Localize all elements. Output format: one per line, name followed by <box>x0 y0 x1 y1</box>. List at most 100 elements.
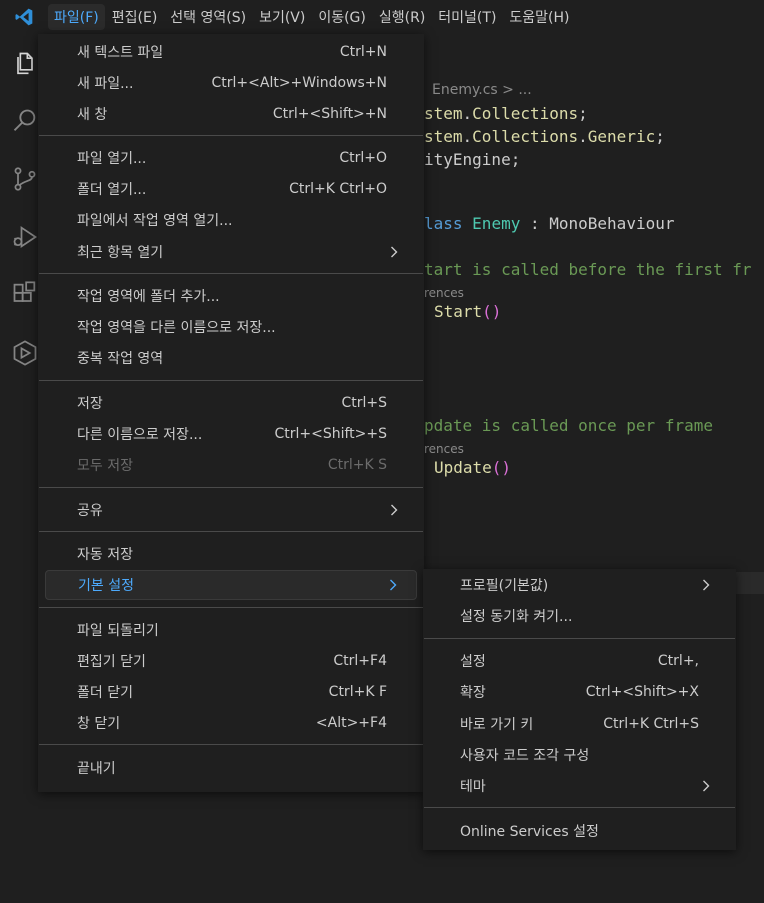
menu-item-shortcut: <Alt>+F4 <box>315 715 387 731</box>
menu-item-label: 작업 영역에 폴더 추가... <box>77 289 220 305</box>
file-menu: 새 텍스트 파일 Ctrl+N 새 파일... Ctrl+<Alt>+Windo… <box>38 34 424 792</box>
menu-item-open-folder[interactable]: 폴더 열기... Ctrl+K Ctrl+O <box>45 174 417 204</box>
menu-item-label: 저장 <box>77 396 103 412</box>
menu-terminal[interactable]: 터미널(T) <box>432 4 502 30</box>
menu-item-settings[interactable]: 설정 Ctrl+, <box>430 646 729 676</box>
menu-item-label: 파일 열기... <box>77 151 147 167</box>
menu-item-save-workspace-as[interactable]: 작업 영역을 다른 이름으로 저장... <box>45 312 417 342</box>
menu-item-label: 최근 항목 열기 <box>77 245 164 261</box>
menu-separator <box>39 135 423 136</box>
menu-item-label: 폴더 열기... <box>77 182 147 198</box>
menu-bar: 파일(F) 편집(E) 선택 영역(S) 보기(V) 이동(G) 실행(R) 터… <box>0 0 764 34</box>
menu-item-close-editor[interactable]: 편집기 닫기 Ctrl+F4 <box>45 646 417 676</box>
menu-item-shortcut: Ctrl+O <box>339 150 387 166</box>
menu-item-save[interactable]: 저장 Ctrl+S <box>45 388 417 418</box>
code-token: lass <box>424 214 473 233</box>
code-line: Start() <box>434 302 501 321</box>
menu-item-label: 폴더 닫기 <box>77 685 133 701</box>
menu-item-online-services[interactable]: Online Services 설정 <box>430 816 729 846</box>
menu-separator <box>39 380 423 381</box>
code-token: ; <box>578 104 588 123</box>
menu-separator <box>39 744 423 745</box>
code-token: : <box>520 214 550 233</box>
run-debug-icon[interactable] <box>8 220 42 254</box>
code-comment: tart is called before the first fr <box>424 260 752 279</box>
menu-item-label: Online Services 설정 <box>460 824 599 840</box>
menu-item-label: 프로필(기본값) <box>460 578 549 594</box>
code-token: . <box>462 104 473 123</box>
menu-item-share[interactable]: 공유 <box>45 495 417 525</box>
menu-item-save-as[interactable]: 다른 이름으로 저장... Ctrl+<Shift>+S <box>45 419 417 449</box>
search-icon[interactable] <box>8 104 42 138</box>
menu-selection[interactable]: 선택 영역(S) <box>164 4 252 30</box>
menu-item-label: 끝내기 <box>77 761 116 777</box>
menu-item-close-folder[interactable]: 폴더 닫기 Ctrl+K F <box>45 677 417 707</box>
code-comment: pdate is called once per frame <box>424 416 713 435</box>
menu-item-label: 다른 이름으로 저장... <box>77 427 203 443</box>
menu-item-new-text-file[interactable]: 새 텍스트 파일 Ctrl+N <box>45 37 417 67</box>
menu-item-exit[interactable]: 끝내기 <box>45 753 417 783</box>
code-line: Update() <box>434 458 511 477</box>
current-line-highlight <box>734 572 764 594</box>
remote-icon[interactable] <box>8 336 42 370</box>
menu-separator <box>39 607 423 608</box>
code-token: ; <box>510 150 521 169</box>
menu-edit[interactable]: 편집(E) <box>106 4 164 30</box>
menu-item-save-all: 모두 저장 Ctrl+K S <box>45 450 417 480</box>
menu-item-label: 사용자 코드 조각 구성 <box>460 748 590 764</box>
source-control-icon[interactable] <box>8 162 42 196</box>
menu-separator <box>424 638 735 639</box>
menu-item-label: 모두 저장 <box>77 458 133 474</box>
extensions-icon[interactable] <box>8 277 42 311</box>
chevron-right-icon <box>701 578 711 592</box>
menu-item-label: 중복 작업 영역 <box>77 351 164 367</box>
menu-go[interactable]: 이동(G) <box>312 4 372 30</box>
code-line: lass Enemy : MonoBehaviour <box>424 214 674 233</box>
code-token: Generic <box>587 127 656 146</box>
vscode-logo-icon[interactable] <box>0 0 48 34</box>
menu-item-revert-file[interactable]: 파일 되돌리기 <box>45 615 417 645</box>
menu-help[interactable]: 도움말(H) <box>503 4 575 30</box>
codelens-references[interactable]: rences <box>424 286 464 300</box>
menu-item-label: 새 텍스트 파일 <box>77 45 164 61</box>
codelens-references[interactable]: rences <box>424 442 464 456</box>
menu-item-profile[interactable]: 프로필(기본값) <box>430 570 729 600</box>
menu-item-label: 자동 저장 <box>77 547 133 563</box>
menu-item-shortcut: Ctrl+F4 <box>333 653 387 669</box>
code-line: stem.Collections.Generic; <box>424 127 665 146</box>
menu-item-keyboard-shortcuts[interactable]: 바로 가기 키 Ctrl+K Ctrl+S <box>430 709 729 739</box>
menu-item-preferences[interactable]: 기본 설정 <box>45 570 417 600</box>
menu-item-new-window[interactable]: 새 창 Ctrl+<Shift>+N <box>45 99 417 129</box>
code-line: stem.Collections; <box>424 104 588 123</box>
menu-item-settings-sync[interactable]: 설정 동기화 켜기... <box>430 601 729 631</box>
menu-item-add-folder[interactable]: 작업 영역에 폴더 추가... <box>45 281 417 311</box>
breadcrumb[interactable]: Enemy.cs > ... <box>432 82 532 98</box>
menu-item-open-recent[interactable]: 최근 항목 열기 <box>45 237 417 267</box>
menu-item-duplicate-workspace[interactable]: 중복 작업 영역 <box>45 343 417 373</box>
menu-item-open-workspace[interactable]: 파일에서 작업 영역 열기... <box>45 205 417 235</box>
menu-item-shortcut: Ctrl+K Ctrl+O <box>289 181 387 197</box>
menu-file[interactable]: 파일(F) <box>48 4 105 30</box>
menu-item-extensions[interactable]: 확장 Ctrl+<Shift>+X <box>430 677 729 707</box>
menu-run[interactable]: 실행(R) <box>373 4 431 30</box>
menu-item-shortcut: Ctrl+K S <box>327 457 387 473</box>
menu-view[interactable]: 보기(V) <box>253 4 311 30</box>
menu-item-open-file[interactable]: 파일 열기... Ctrl+O <box>45 143 417 173</box>
menu-item-label: 파일에서 작업 영역 열기... <box>77 213 233 229</box>
menu-item-label: 바로 가기 키 <box>460 717 534 733</box>
code-token: () <box>482 302 502 321</box>
menu-item-user-snippets[interactable]: 사용자 코드 조각 구성 <box>430 740 729 770</box>
menu-item-label: 설정 동기화 켜기... <box>460 609 573 625</box>
menu-item-label: 기본 설정 <box>78 578 134 594</box>
menu-item-auto-save[interactable]: 자동 저장 <box>45 539 417 569</box>
menu-item-label: 파일 되돌리기 <box>77 623 159 639</box>
code-token: stem <box>424 104 463 123</box>
menu-item-shortcut: Ctrl+<Alt>+Windows+N <box>211 75 388 91</box>
menu-item-new-file[interactable]: 새 파일... Ctrl+<Alt>+Windows+N <box>45 68 417 98</box>
menu-separator <box>39 487 423 488</box>
menu-item-themes[interactable]: 테마 <box>430 771 729 801</box>
explorer-icon[interactable] <box>8 47 42 81</box>
code-token: Collections <box>472 104 579 123</box>
menu-item-close-window[interactable]: 창 닫기 <Alt>+F4 <box>45 708 417 738</box>
code-token: . <box>578 127 588 146</box>
